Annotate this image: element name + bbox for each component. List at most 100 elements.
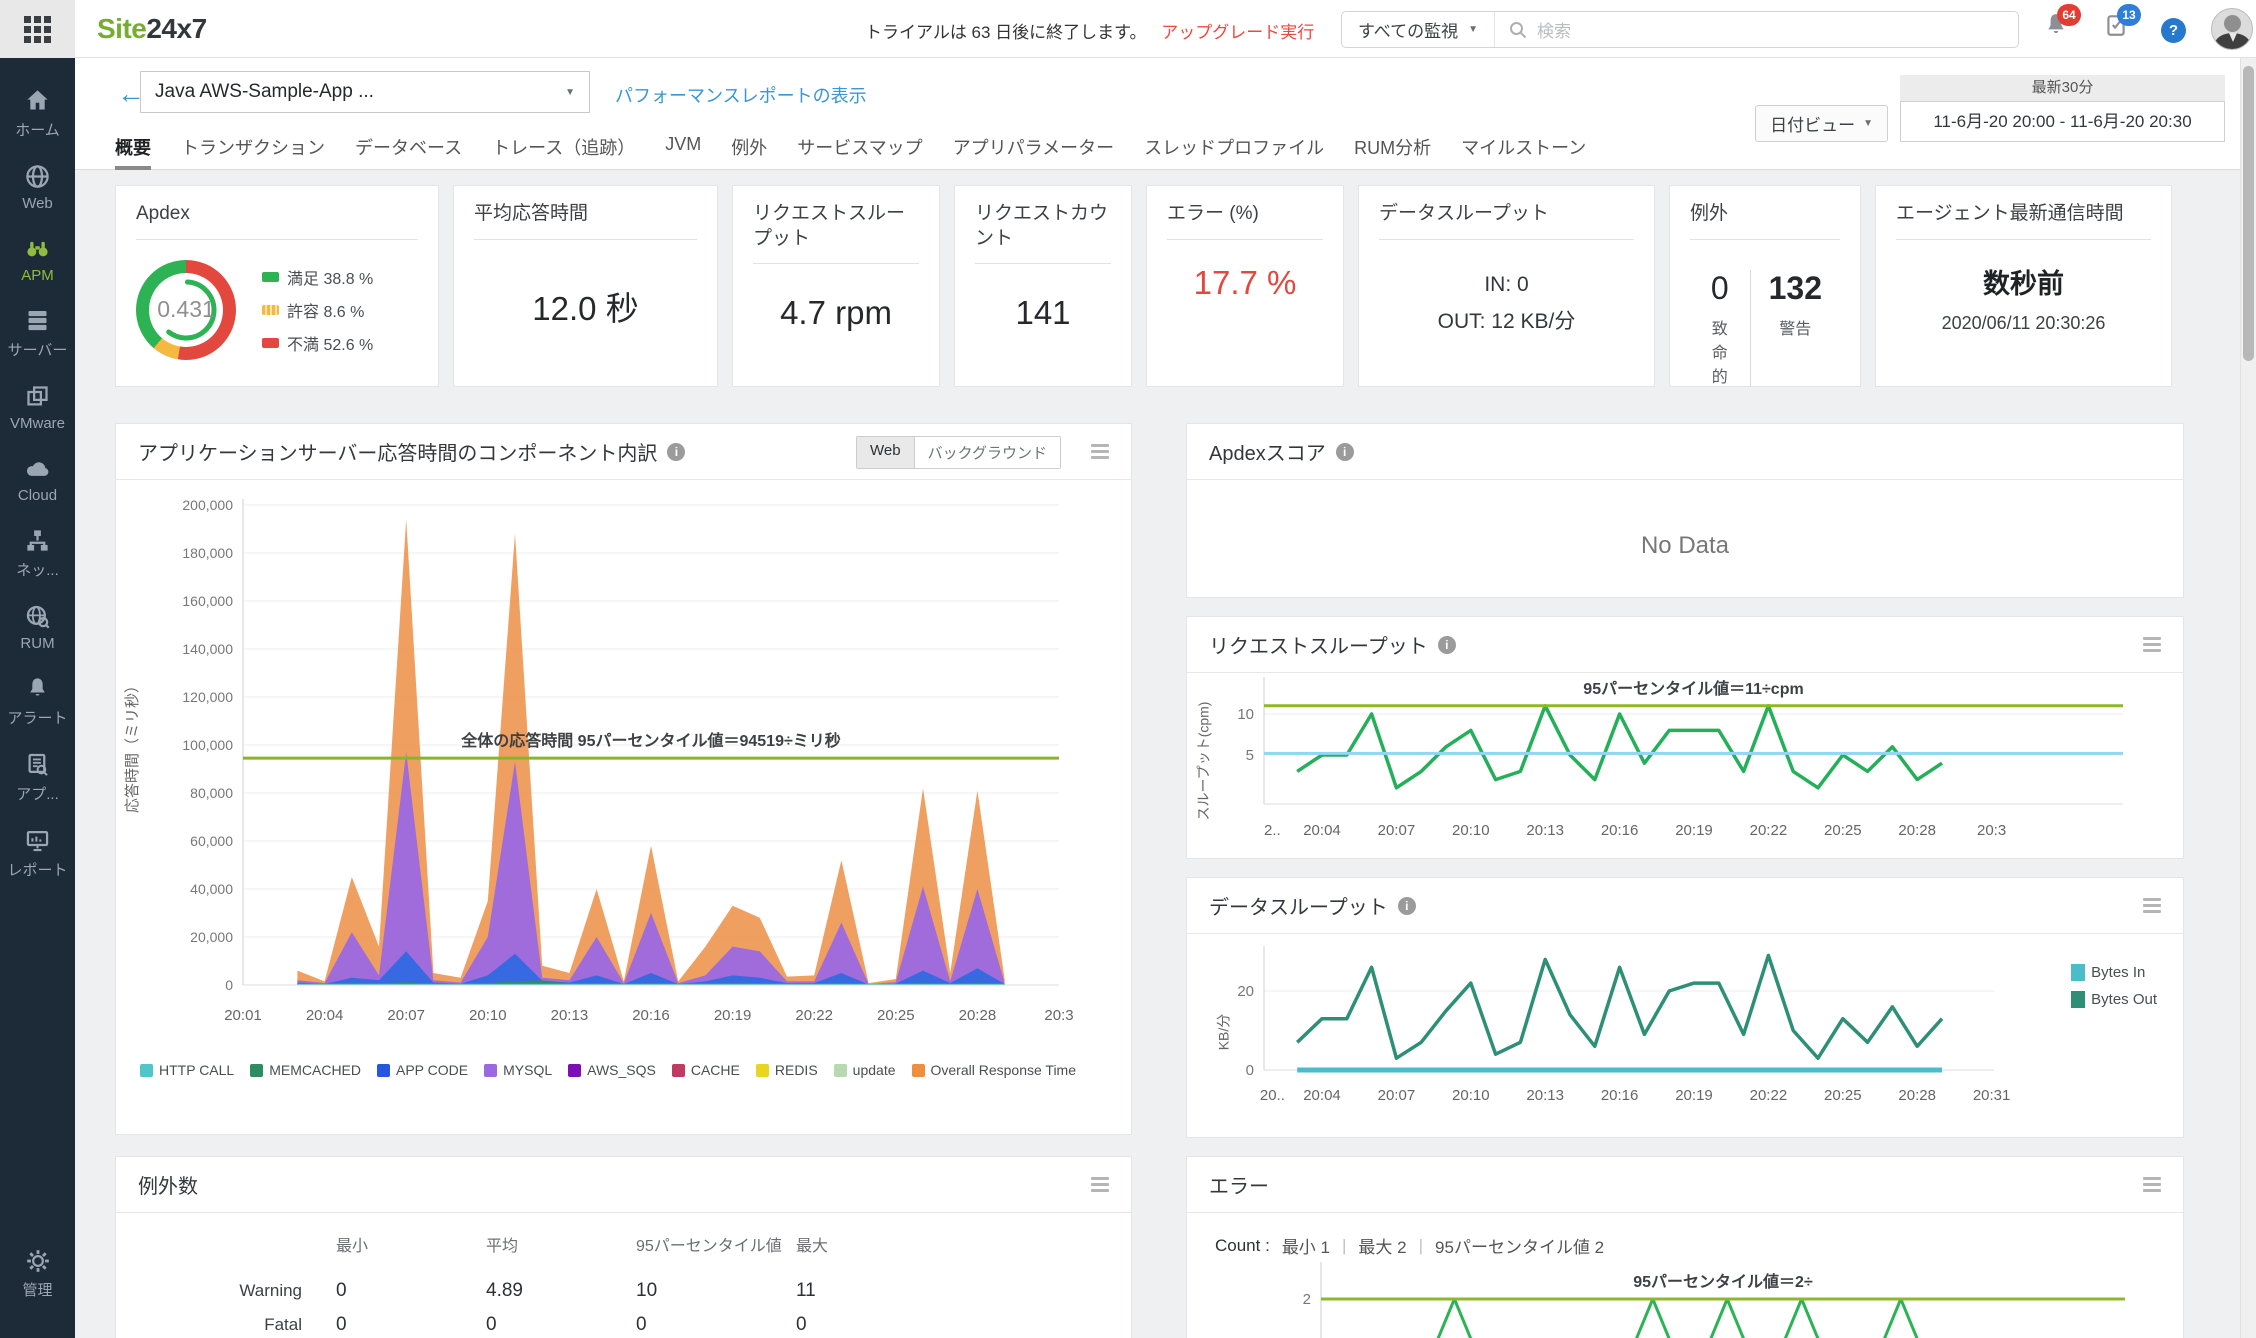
legend-label: 不満 52.6 %	[287, 336, 374, 354]
stats-separator: |	[1418, 1235, 1424, 1255]
svg-text:2: 2	[1303, 1291, 1311, 1308]
data-in-value: IN: 0	[1484, 272, 1529, 296]
hamburger-menu-icon[interactable]	[1091, 1177, 1109, 1195]
sidebar-item-alert-bell[interactable]: アラート	[0, 664, 75, 740]
agent-ago-value: 数秒前	[1983, 268, 2064, 299]
tab-RUM分析[interactable]: RUM分析	[1354, 128, 1431, 170]
legend-item[interactable]: Overall Response Time	[911, 1062, 1077, 1078]
table-cell: 10	[636, 1279, 658, 1301]
tab-トレース（追跡）[interactable]: トレース（追跡）	[492, 128, 635, 170]
svg-text:20:28: 20:28	[1898, 822, 1936, 839]
card-title: Apdex	[136, 203, 190, 224]
info-icon[interactable]: i	[1335, 442, 1354, 461]
alerts-button[interactable]: 64	[2043, 4, 2081, 46]
svg-text:95パーセンタイル値＝11÷cpm: 95パーセンタイル値＝11÷cpm	[1583, 679, 1803, 698]
table-cell: 0	[336, 1279, 347, 1301]
svg-text:60,000: 60,000	[190, 833, 233, 849]
tab-スレッドプロファイル[interactable]: スレッドプロファイル	[1144, 128, 1324, 170]
info-icon[interactable]: i	[1437, 635, 1456, 654]
info-icon[interactable]: i	[1397, 896, 1416, 915]
info-icon[interactable]: i	[667, 442, 686, 461]
time-range-value[interactable]: 11-6月-20 20:00 - 11-6月-20 20:30	[1900, 101, 2225, 142]
tab-アプリパラメーター[interactable]: アプリパラメーター	[953, 128, 1114, 170]
legend-swatch	[262, 271, 279, 282]
legend-item[interactable]: update	[833, 1062, 896, 1078]
legend-item[interactable]: MYSQL	[484, 1062, 552, 1078]
apps-grid-button[interactable]	[0, 0, 75, 58]
request-throughput-chart: 5 10 2.. 20:04 20:07 20:10 20:13 20:16 20:19 20:2…	[1187, 673, 2183, 863]
date-view-button[interactable]: 日付ビュー ▼	[1755, 105, 1888, 142]
performance-report-link[interactable]: パフォーマンスレポートの表示	[615, 82, 867, 108]
chevron-down-icon: ▼	[565, 86, 575, 98]
scrollbar-thumb[interactable]	[2243, 66, 2254, 361]
hamburger-menu-icon[interactable]	[2143, 898, 2161, 916]
card-title: 例外	[1690, 203, 1729, 224]
hamburger-menu-icon[interactable]	[2143, 637, 2161, 655]
legend-label: 許容 8.6 %	[287, 303, 365, 321]
card-title: エラー (%)	[1167, 203, 1259, 224]
svg-text:95パーセンタイル値＝2÷: 95パーセンタイル値＝2÷	[1633, 1272, 1813, 1291]
sidebar-item-home[interactable]: ホーム	[0, 76, 75, 152]
sidebar-item-rum-globe[interactable]: RUM	[0, 592, 75, 664]
hamburger-menu-icon[interactable]	[2143, 1177, 2161, 1195]
sidebar-item-label: アプ...	[16, 786, 59, 803]
sidebar-item-network[interactable]: ネッ...	[0, 516, 75, 592]
svg-text:20:04: 20:04	[1303, 822, 1341, 839]
card-title: エージェント最新通信時間	[1896, 203, 2124, 224]
svg-text:120,000: 120,000	[182, 689, 233, 705]
tab-例外[interactable]: 例外	[731, 128, 767, 170]
legend-item[interactable]: Bytes In	[2071, 964, 2157, 981]
sidebar-item-admin[interactable]: 管理	[0, 1248, 75, 1338]
search-input[interactable]: 検索	[1495, 17, 2018, 42]
upgrade-link[interactable]: アップグレード実行	[1161, 23, 1314, 42]
sidebar-item-server[interactable]: サーバー	[0, 296, 75, 372]
card-data-throughput: データスループット IN: 0 OUT: 12 KB/分	[1358, 185, 1655, 387]
legend-item[interactable]: REDIS	[755, 1062, 818, 1078]
stats-item: 95パーセンタイル値 2	[1435, 1238, 1605, 1257]
svg-text:20:16: 20:16	[632, 1007, 670, 1024]
legend-item[interactable]: CACHE	[671, 1062, 740, 1078]
warning-label: 警告	[1779, 320, 1812, 338]
legend-label: Overall Response Time	[930, 1062, 1077, 1078]
toggle-web[interactable]: Web	[857, 437, 915, 468]
legend-swatch	[484, 1063, 498, 1077]
svg-text:20:28: 20:28	[959, 1007, 997, 1024]
toggle-background[interactable]: バックグラウンド	[914, 437, 1060, 468]
hamburger-menu-icon[interactable]	[1091, 444, 1109, 462]
legend-swatch	[2071, 991, 2086, 1008]
app-selector-dropdown[interactable]: Java AWS-Sample-App ... ▼	[140, 71, 590, 113]
svg-text:0: 0	[1246, 1062, 1254, 1079]
sidebar-item-report[interactable]: レポート	[0, 816, 75, 892]
sidebar-item-app-logs[interactable]: アプ...	[0, 740, 75, 816]
tab-概要[interactable]: 概要	[115, 128, 151, 170]
tab-データベース[interactable]: データベース	[355, 128, 462, 170]
tab-サービスマップ[interactable]: サービスマップ	[797, 128, 922, 170]
user-avatar[interactable]	[2211, 8, 2253, 50]
apdex-donut: 0.431	[136, 259, 236, 360]
help-button[interactable]: ?	[2161, 18, 2186, 43]
svg-text:10: 10	[1237, 706, 1254, 723]
tasks-button[interactable]: 13	[2103, 4, 2141, 46]
sidebar-item-cloud[interactable]: Cloud	[0, 444, 75, 516]
legend-item[interactable]: MEMCACHED	[250, 1062, 361, 1078]
tab-JVM[interactable]: JVM	[665, 128, 701, 170]
legend-item[interactable]: APP CODE	[377, 1062, 468, 1078]
vertical-scrollbar[interactable]	[2240, 58, 2256, 1338]
svg-text:20:04: 20:04	[306, 1007, 344, 1024]
sidebar-item-vmware[interactable]: VMware	[0, 372, 75, 444]
tab-トランザクション[interactable]: トランザクション	[181, 128, 325, 170]
card-title: リクエストスループット	[753, 203, 906, 249]
row-label: Warning	[239, 1280, 302, 1300]
svg-text:20:13: 20:13	[1526, 822, 1564, 839]
legend-item[interactable]: HTTP CALL	[140, 1062, 234, 1078]
legend-item[interactable]: Bytes Out	[2071, 991, 2157, 1008]
sidebar-item-globe[interactable]: Web	[0, 152, 75, 224]
legend-item[interactable]: AWS_SQS	[568, 1062, 656, 1078]
sidebar-item-binoculars[interactable]: APM	[0, 224, 75, 296]
tab-マイルストーン[interactable]: マイルストーン	[1461, 128, 1586, 170]
errors-svg: 2 95パーセンタイル値＝2÷	[1303, 1262, 2125, 1338]
site24x7-logo[interactable]: Site24x7	[97, 13, 207, 45]
time-range-title: 最新30分	[1900, 75, 2225, 101]
monitor-scope-dropdown[interactable]: すべての監視 ▼	[1342, 12, 1496, 47]
apdex-legend-item: 不満 52.6 %	[262, 331, 373, 355]
